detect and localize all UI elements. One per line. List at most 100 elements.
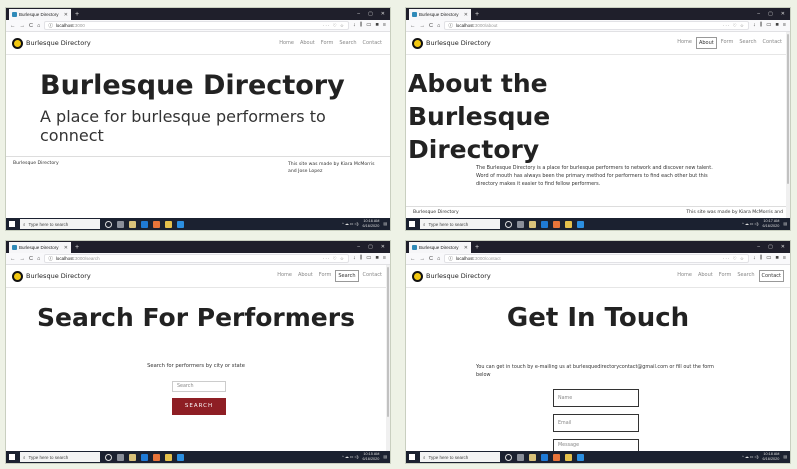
close-tab-icon[interactable]: ✕	[464, 12, 468, 18]
taskbar-search[interactable]: ⌕ Type here to search	[420, 219, 500, 229]
edge-icon[interactable]	[541, 453, 548, 461]
task-view-icon[interactable]	[117, 220, 124, 228]
logo-icon[interactable]	[412, 37, 423, 49]
page-scrollbar[interactable]	[386, 265, 390, 453]
email-field[interactable]: Email	[553, 414, 639, 432]
file-explorer-icon[interactable]	[165, 453, 172, 461]
close-tab-icon[interactable]: ✕	[64, 12, 68, 18]
tray-icons[interactable]: ^ ☁ ▭ ◁)	[342, 222, 359, 227]
menu-icon[interactable]: ≡	[783, 255, 786, 262]
logo-icon[interactable]	[12, 37, 23, 49]
page-actions-icon[interactable]: ··· ♡ ☆	[323, 23, 345, 29]
edge-icon[interactable]	[541, 220, 548, 228]
close-window-button[interactable]: ✕	[381, 9, 385, 20]
maximize-button[interactable]: ▢	[768, 242, 773, 253]
forward-icon[interactable]: →	[420, 256, 426, 262]
address-bar[interactable]: ⓘ localhost:3000/about ··· ♡ ☆	[444, 21, 749, 30]
address-bar[interactable]: ⓘ localhost:3000 ··· ♡ ☆	[44, 21, 349, 30]
task-view-icon[interactable]	[517, 453, 524, 461]
file-explorer-icon[interactable]	[165, 220, 172, 228]
site-brand[interactable]: Burlesque Directory	[26, 39, 91, 47]
maximize-button[interactable]: ▢	[368, 9, 373, 20]
library-icon[interactable]: ⫼	[760, 255, 763, 262]
sidebar-icon[interactable]: ▭	[766, 255, 771, 262]
browser-tab[interactable]: Burlesque Directory ✕	[409, 242, 471, 253]
vscode-icon[interactable]	[177, 220, 184, 228]
sidebar-icon[interactable]: ▭	[366, 22, 371, 29]
library-icon[interactable]: ⫼	[760, 22, 763, 29]
tray-icons[interactable]: ^ ☁ ▭ ◁)	[742, 455, 759, 460]
menu-icon[interactable]: ≡	[383, 255, 386, 262]
vscode-icon[interactable]	[177, 453, 184, 461]
nav-home[interactable]: Home	[275, 270, 294, 282]
site-brand[interactable]: Burlesque Directory	[26, 272, 91, 280]
address-bar[interactable]: ⓘ localhost:3000/search ··· ♡ ☆	[44, 254, 349, 263]
library-icon[interactable]: ⫼	[360, 22, 363, 29]
page-actions-icon[interactable]: ··· ♡ ☆	[723, 23, 745, 29]
forward-icon[interactable]: →	[20, 23, 26, 29]
name-field[interactable]: Name	[553, 389, 639, 407]
edge-icon[interactable]	[141, 453, 148, 461]
nav-contact[interactable]: Contact	[361, 270, 384, 282]
nav-home[interactable]: Home	[277, 38, 296, 48]
sidebar-icon[interactable]: ▭	[366, 255, 371, 262]
edge-icon[interactable]	[141, 220, 148, 228]
file-explorer-icon[interactable]	[565, 453, 572, 461]
new-tab-button[interactable]: +	[475, 9, 479, 20]
downloads-icon[interactable]: ↓	[753, 255, 756, 262]
firefox-icon[interactable]	[553, 453, 560, 461]
cortana-icon[interactable]	[105, 453, 112, 461]
library-icon[interactable]: ⫼	[360, 255, 363, 262]
taskbar-search[interactable]: ⌕ Type here to search	[420, 452, 500, 462]
back-icon[interactable]: ←	[410, 256, 416, 262]
minimize-button[interactable]: –	[757, 9, 760, 20]
site-brand[interactable]: Burlesque Directory	[426, 39, 491, 47]
downloads-icon[interactable]: ↓	[353, 255, 356, 262]
forward-icon[interactable]: →	[420, 23, 426, 29]
browser-tab[interactable]: Burlesque Directory ✕	[409, 9, 471, 20]
menu-icon[interactable]: ≡	[783, 22, 786, 29]
cortana-icon[interactable]	[505, 453, 512, 461]
reload-icon[interactable]: C	[29, 23, 33, 29]
nav-form[interactable]: Form	[317, 270, 334, 282]
site-brand[interactable]: Burlesque Directory	[426, 272, 491, 280]
store-icon[interactable]	[529, 453, 536, 461]
nav-form[interactable]: Form	[719, 37, 736, 49]
start-icon[interactable]	[9, 221, 15, 227]
forward-icon[interactable]: →	[20, 256, 26, 262]
address-bar[interactable]: ⓘ localhost:3000/contact ··· ♡ ☆	[444, 254, 749, 263]
home-icon[interactable]: ⌂	[437, 256, 440, 262]
browser-tab[interactable]: Burlesque Directory ✕	[9, 242, 71, 253]
nav-search[interactable]: Search	[737, 37, 758, 49]
home-icon[interactable]: ⌂	[37, 256, 40, 262]
nav-home[interactable]: Home	[675, 270, 694, 282]
tray-icons[interactable]: ^ ☁ ▭ ◁)	[342, 455, 359, 460]
notifications-icon[interactable]: ▤	[783, 222, 787, 227]
nav-contact[interactable]: Contact	[758, 270, 784, 282]
downloads-icon[interactable]: ↓	[753, 22, 756, 29]
close-tab-icon[interactable]: ✕	[464, 245, 468, 251]
extension-icon[interactable]: ■	[775, 255, 778, 262]
firefox-icon[interactable]	[553, 220, 560, 228]
clock[interactable]: 10:15 AM 6/16/2020	[363, 452, 380, 462]
scrollbar-thumb[interactable]	[787, 34, 789, 184]
nav-contact[interactable]: Contact	[761, 37, 784, 49]
clock[interactable]: 10:18 AM 6/16/2020	[763, 452, 780, 462]
clock[interactable]: 10:16 AM 6/16/2020	[363, 219, 380, 229]
taskbar-search[interactable]: ⌕ Type here to search	[20, 452, 100, 462]
close-window-button[interactable]: ✕	[781, 9, 785, 20]
vscode-icon[interactable]	[577, 220, 584, 228]
new-tab-button[interactable]: +	[475, 242, 479, 253]
back-icon[interactable]: ←	[10, 23, 16, 29]
notifications-icon[interactable]: ▤	[383, 455, 387, 460]
file-explorer-icon[interactable]	[565, 220, 572, 228]
nav-search[interactable]: Search	[335, 270, 359, 282]
extension-icon[interactable]: ■	[375, 22, 378, 29]
nav-about[interactable]: About	[298, 38, 317, 48]
nav-search[interactable]: Search	[337, 38, 358, 48]
browser-tab[interactable]: Burlesque Directory ✕	[9, 9, 71, 20]
close-window-button[interactable]: ✕	[381, 242, 385, 253]
close-window-button[interactable]: ✕	[781, 242, 785, 253]
task-view-icon[interactable]	[117, 453, 124, 461]
start-icon[interactable]	[409, 221, 415, 227]
